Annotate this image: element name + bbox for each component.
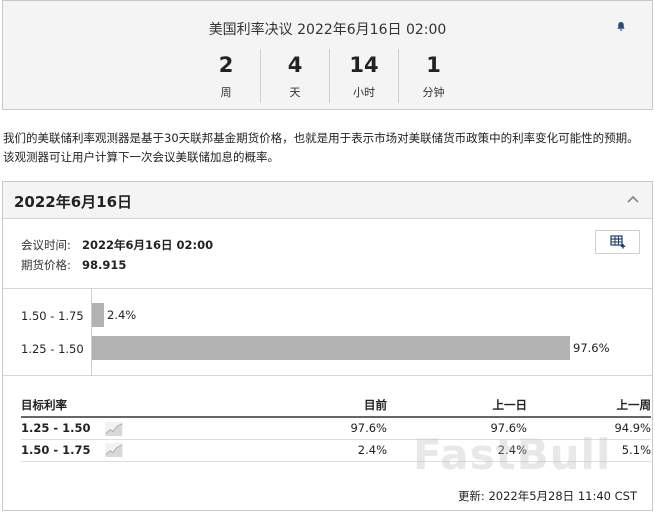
rate-label: 1.25 - 1.50 — [21, 421, 91, 435]
bar-category-label: 1.50 - 1.75 — [21, 309, 84, 323]
countdown-value: 14 — [349, 53, 379, 77]
header-current: 目前 — [201, 393, 387, 418]
countdown-panel: 美国利率决议 2022年6月16日 02:00 2 周 4 天 14 小时 1 … — [2, 0, 653, 110]
bar-row: 1.25 - 1.50 97.6% — [3, 336, 652, 362]
countdown-weeks: 2 周 — [192, 49, 261, 103]
meeting-panel: 2022年6月16日 会议时间: 2022年6月16日 02:00 期货价格: … — [2, 181, 653, 511]
trend-chart-icon[interactable] — [104, 421, 123, 436]
header-target-rate: 目标利率 — [21, 393, 201, 418]
watermark: FastBull — [413, 430, 612, 479]
countdown-value: 4 — [287, 53, 303, 77]
futures-price-value: 98.915 — [82, 258, 127, 272]
bar-row: 1.50 - 1.75 2.4% — [3, 303, 652, 329]
description-text: 我们的美联储利率观测器是基于30天联邦基金期货价格，也就是用于表示市场对美联储货… — [3, 131, 639, 164]
trend-chart-icon[interactable] — [104, 443, 123, 458]
header-prev-week: 上一周 — [527, 393, 651, 418]
chevron-up-icon[interactable] — [626, 194, 640, 204]
table-export-icon — [609, 235, 625, 249]
futures-price-label: 期货价格: — [21, 258, 71, 272]
bell-icon[interactable] — [616, 21, 626, 31]
countdown-label: 周 — [220, 86, 232, 99]
probability-chart: 1.50 - 1.75 2.4% 1.25 - 1.50 97.6% — [3, 288, 652, 376]
rate-cell: 1.25 - 1.50 — [21, 417, 201, 440]
rate-label: 1.50 - 1.75 — [21, 442, 91, 457]
probability-bar — [92, 303, 104, 327]
countdown-label: 小时 — [353, 86, 375, 99]
rate-cell: 1.50 - 1.75 — [21, 439, 201, 462]
header-prev-day: 上一日 — [387, 393, 527, 418]
countdown-units: 2 周 4 天 14 小时 1 分钟 — [192, 49, 468, 103]
updated-timestamp: 更新: 2022年5月28日 11:40 CST — [457, 489, 637, 503]
bar-category-label: 1.25 - 1.50 — [21, 342, 84, 356]
current-cell: 2.4% — [201, 439, 387, 462]
bar-value-label: 97.6% — [573, 341, 610, 355]
countdown-minutes: 1 分钟 — [399, 49, 468, 103]
panel-header[interactable]: 2022年6月16日 — [3, 182, 652, 219]
countdown-hours: 14 小时 — [330, 49, 399, 103]
meeting-time-label: 会议时间: — [21, 238, 71, 252]
bar-value-label: 2.4% — [107, 308, 137, 322]
panel-date: 2022年6月16日 — [14, 193, 133, 211]
meeting-meta: 会议时间: 2022年6月16日 02:00 期货价格: 98.915 — [21, 235, 213, 275]
export-button[interactable] — [595, 230, 640, 254]
current-cell: 97.6% — [201, 417, 387, 440]
countdown-value: 2 — [218, 53, 234, 77]
meeting-time-value: 2022年6月16日 02:00 — [82, 238, 214, 252]
countdown-days: 4 天 — [261, 49, 330, 103]
countdown-label: 天 — [289, 86, 301, 99]
probability-bar — [92, 336, 570, 360]
countdown-label: 分钟 — [422, 86, 445, 99]
countdown-value: 1 — [426, 53, 441, 77]
countdown-title: 美国利率决议 2022年6月16日 02:00 — [208, 22, 447, 38]
table-header-row: 目标利率 目前 上一日 上一周 — [21, 393, 651, 418]
